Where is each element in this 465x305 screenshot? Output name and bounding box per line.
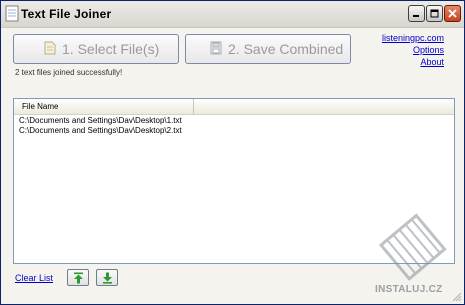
- title-bar[interactable]: Text File Joiner: [1, 1, 464, 28]
- column-header-file-name[interactable]: File Name: [14, 99, 194, 114]
- app-window: Text File Joiner 1. Select File(s) 2. Sa…: [0, 0, 465, 305]
- close-icon: [448, 9, 457, 18]
- select-files-label: 1. Select File(s): [62, 41, 160, 57]
- minimize-button[interactable]: [408, 5, 425, 22]
- resize-grip-icon[interactable]: [450, 290, 462, 302]
- file-list-header: File Name: [14, 99, 454, 115]
- close-button[interactable]: [444, 5, 461, 22]
- minimize-icon: [413, 15, 419, 17]
- arrow-up-icon: [73, 272, 83, 283]
- maximize-icon: [430, 9, 439, 18]
- window-title: Text File Joiner: [21, 7, 112, 21]
- website-link[interactable]: listeningpc.com: [382, 32, 444, 44]
- status-message: 2 text files joined successfully!: [15, 68, 123, 77]
- save-document-icon: [210, 41, 222, 58]
- save-combined-button[interactable]: 2. Save Combined: [185, 34, 351, 64]
- clear-list-link[interactable]: Clear List: [15, 273, 53, 283]
- arrow-down-icon: [102, 272, 112, 284]
- save-combined-label: 2. Save Combined: [228, 41, 344, 57]
- maximize-button[interactable]: [426, 5, 443, 22]
- watermark-text: INSTALUJ.CZ: [375, 284, 443, 295]
- header-links: listeningpc.com Options About: [382, 32, 444, 68]
- list-item[interactable]: C:\Documents and Settings\Dav\Desktop\2.…: [19, 126, 182, 135]
- about-link[interactable]: About: [382, 56, 444, 68]
- notepad-app-icon: [5, 5, 19, 22]
- move-down-button[interactable]: [96, 269, 118, 286]
- document-icon: [44, 41, 56, 58]
- list-item[interactable]: C:\Documents and Settings\Dav\Desktop\1.…: [19, 116, 182, 125]
- move-up-button[interactable]: [67, 269, 89, 286]
- select-files-button[interactable]: 1. Select File(s): [13, 34, 179, 64]
- options-link[interactable]: Options: [382, 44, 444, 56]
